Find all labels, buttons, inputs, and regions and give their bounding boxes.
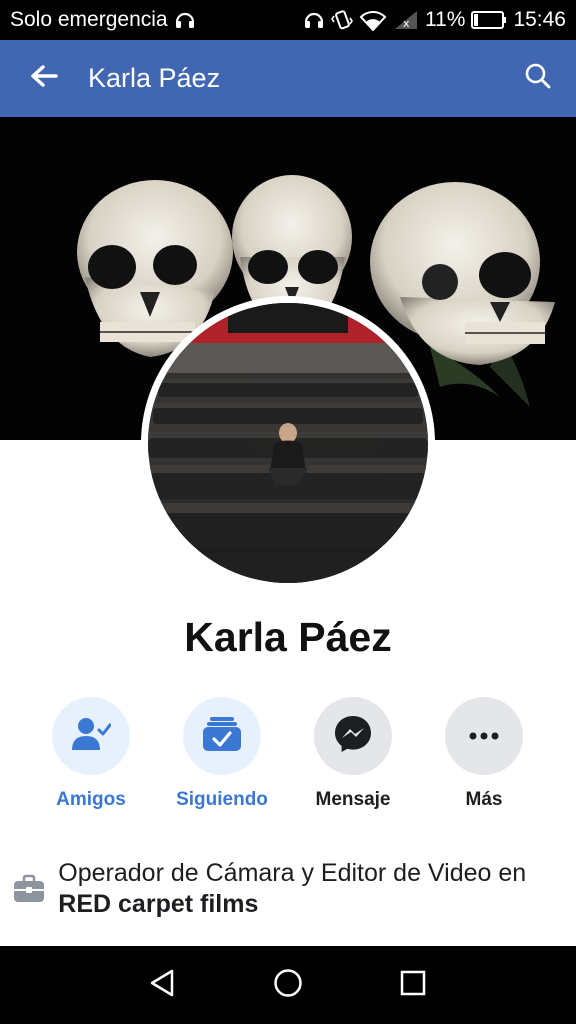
battery-percent: 11% [424, 8, 466, 31]
message-button-circle[interactable] [314, 697, 392, 775]
search-icon [524, 62, 552, 95]
status-bar: Solo emergencia x 11% 15:46 [0, 0, 576, 40]
cinema-photo [148, 303, 428, 583]
wifi-icon [359, 9, 387, 31]
messenger-icon [333, 714, 373, 759]
vibrate-icon [330, 9, 353, 31]
nav-home-button[interactable] [258, 955, 318, 1015]
home-circle-icon [273, 968, 303, 1003]
following-label: Siguiendo [176, 789, 268, 810]
signal-icon: x [393, 9, 419, 31]
system-nav-bar [0, 946, 576, 1024]
profile-picture[interactable] [141, 296, 435, 590]
more-icon [469, 727, 499, 745]
work-position: Operador de Cámara y Editor de Video en [58, 859, 527, 887]
svg-text:x: x [403, 17, 410, 30]
work-text: Operador de Cámara y Editor de Video en … [58, 858, 576, 920]
headphones-icon [303, 10, 325, 30]
work-company-link[interactable]: RED carpet films [58, 890, 258, 918]
briefcase-icon [0, 858, 58, 904]
friends-button[interactable]: Amigos [31, 697, 151, 811]
back-triangle-icon [148, 968, 178, 1003]
following-button[interactable]: Siguiendo [162, 697, 282, 811]
message-label: Mensaje [315, 789, 391, 810]
message-button[interactable]: Mensaje [293, 697, 413, 811]
friends-button-circle[interactable] [52, 697, 130, 775]
more-button-circle[interactable] [445, 697, 523, 775]
following-button-circle[interactable] [183, 697, 261, 775]
work-info[interactable]: Operador de Cámara y Editor de Video en … [0, 858, 576, 928]
clock: 15:46 [513, 8, 566, 31]
action-bar: Amigos Siguiendo Mensaje Más [0, 697, 576, 817]
nav-recents-button[interactable] [383, 955, 443, 1015]
friends-label: Amigos [56, 789, 126, 810]
more-button[interactable]: Más [424, 697, 544, 811]
following-icon [202, 715, 242, 758]
headset-icon [174, 10, 196, 30]
carrier-label: Solo emergencia [10, 8, 168, 31]
search-button[interactable] [500, 40, 576, 117]
recents-square-icon [399, 969, 427, 1002]
nav-back-button[interactable] [133, 955, 193, 1015]
app-bar-title: Karla Páez [88, 63, 221, 93]
more-label: Más [465, 789, 503, 810]
battery-icon [471, 10, 507, 30]
back-button[interactable] [0, 40, 88, 117]
profile-name: Karla Páez [184, 614, 392, 660]
friends-icon [71, 716, 112, 757]
app-bar: Karla Páez [0, 40, 576, 117]
arrow-left-icon [30, 64, 58, 93]
